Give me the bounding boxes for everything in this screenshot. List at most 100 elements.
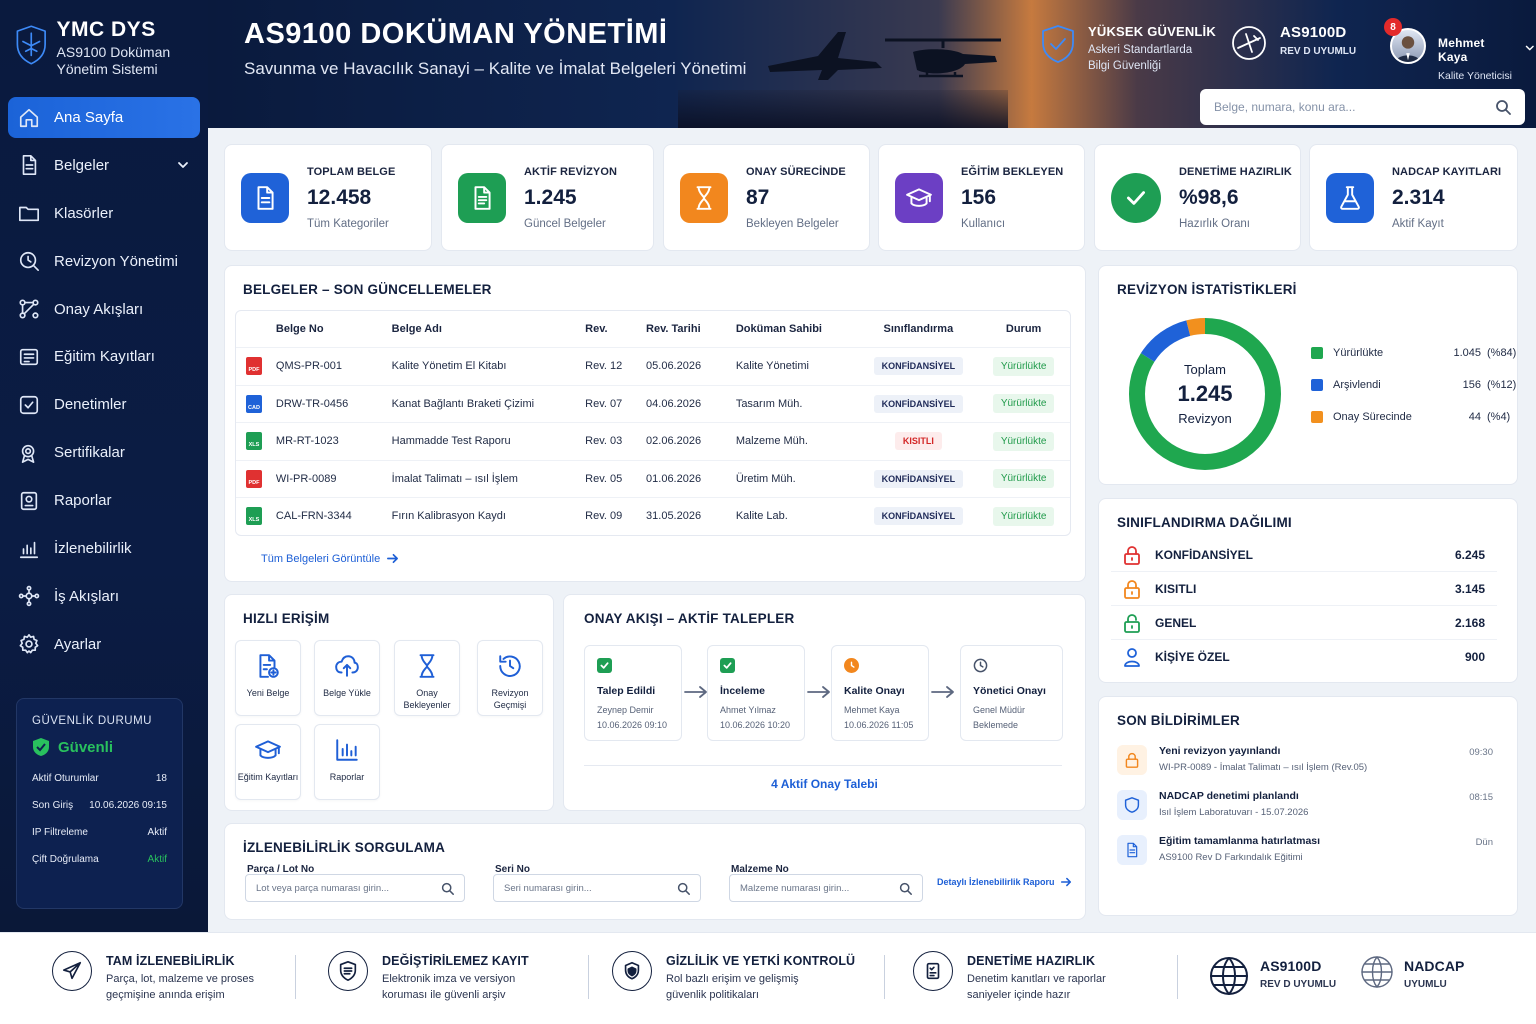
- clock-icon: [973, 658, 988, 673]
- kpi-card-nadcap-records[interactable]: NADCAP KAYITLARI 2.314 Aktif Kayıt: [1309, 144, 1518, 251]
- column-header[interactable]: Durum: [977, 323, 1070, 335]
- notification-time: Dün: [1475, 837, 1493, 848]
- column-header[interactable]: Belge Adı: [392, 323, 586, 335]
- quick-training-records-button[interactable]: Eğitim Kayıtları: [235, 724, 301, 800]
- column-header[interactable]: Doküman Sahibi: [736, 323, 860, 335]
- table-row[interactable]: PDF WI-PR-0089 İmalat Talimatı – ısıl İş…: [236, 459, 1070, 498]
- quick-reports-button[interactable]: Raporlar: [314, 724, 380, 800]
- lot-input[interactable]: [256, 882, 426, 894]
- search-icon[interactable]: [441, 882, 454, 895]
- step-title: Talep Edildi: [597, 685, 656, 697]
- table-row[interactable]: XLS CAL-FRN-3344 Fırın Kalibrasyon Kaydı…: [236, 497, 1070, 535]
- quick-revision-history-button[interactable]: Revizyon Geçmişi: [477, 640, 543, 716]
- search-box: [1200, 89, 1525, 125]
- serial-input[interactable]: [504, 882, 674, 894]
- donut-label: Toplam: [1184, 362, 1226, 377]
- quick-pending-approvals-button[interactable]: Onay Bekleyenler: [394, 640, 460, 716]
- table-row[interactable]: XLS MR-RT-1023 Hammadde Test Raporu Rev.…: [236, 422, 1070, 460]
- sidebar-item-revizyon-yonetimi[interactable]: Revizyon Yönetimi: [8, 241, 200, 282]
- cell-no: MR-RT-1023: [275, 435, 339, 448]
- step-time: Beklemede: [973, 720, 1019, 730]
- sidebar-item-onay-akislari[interactable]: Onay Akışları: [8, 289, 200, 330]
- sidebar-item-klasorler[interactable]: Klasörler: [8, 193, 200, 234]
- search-icon[interactable]: [1495, 99, 1511, 115]
- notification-item[interactable]: Eğitim tamamlanma hatırlatması AS9100 Re…: [1117, 835, 1493, 875]
- divider: [884, 955, 885, 999]
- classification-row[interactable]: GENEL 2.168: [1111, 606, 1497, 640]
- tile-label: Yeni Belge: [246, 688, 290, 698]
- search-input[interactable]: [1214, 100, 1474, 114]
- sidebar: YMC DYS AS9100 Doküman Yönetim Sistemi A…: [0, 0, 208, 932]
- notifications-panel: SON BİLDİRİMLER Yeni revizyon yayınlandı…: [1098, 696, 1518, 916]
- legend-swatch: [1311, 379, 1323, 391]
- panel-title: REVİZYON İSTATİSTİKLERİ: [1117, 282, 1297, 297]
- flow-step-requested[interactable]: Talep Edildi Zeynep Demir 10.06.2026 09:…: [584, 645, 682, 741]
- feature-privacy: GİZLİLİK VE YETKİ KONTROLÜ Rol bazlı eriş…: [612, 951, 855, 1003]
- class-label: KİŞİYE ÖZEL: [1155, 650, 1230, 664]
- sidebar-item-sertifikalar[interactable]: Sertifikalar: [8, 432, 200, 473]
- sidebar-item-ana-sayfa[interactable]: Ana Sayfa: [8, 97, 200, 138]
- arrow-right-icon: [684, 685, 708, 699]
- traceability-report-link[interactable]: Detaylı İzlenebilirlik Raporu: [937, 876, 1072, 888]
- lock-icon: [1117, 745, 1147, 775]
- shield-lock-icon: [612, 951, 652, 991]
- column-header[interactable]: Sınıflandırma: [860, 323, 978, 335]
- flask-icon: [1326, 172, 1374, 223]
- flow-step-quality-approval[interactable]: Kalite Onayı Mehmet Kaya 10.06.2026 11:0…: [831, 645, 929, 741]
- flow-step-review[interactable]: İnceleme Ahmet Yılmaz 10.06.2026 10:20: [707, 645, 805, 741]
- kpi-card-training-pending[interactable]: EĞİTİM BEKLEYEN 156 Kullanıcı: [878, 144, 1085, 251]
- cell-owner: Kalite Lab.: [735, 510, 788, 523]
- kpi-card-active-revision[interactable]: AKTİF REVİZYON 1.245 Güncel Belgeler: [441, 144, 654, 251]
- sidebar-item-izlenebilirlik[interactable]: İzlenebilirlik: [8, 528, 200, 569]
- search-icon[interactable]: [677, 882, 690, 895]
- sidebar-item-belgeler[interactable]: Belgeler: [8, 145, 200, 186]
- divider: [584, 765, 1062, 766]
- flow-step-manager-approval[interactable]: Yönetici Onayı Genel Müdür Beklemede: [960, 645, 1063, 741]
- sidebar-item-ayarlar[interactable]: Ayarlar: [8, 624, 200, 665]
- security-title: GÜVENLİK DURUMU: [32, 715, 152, 727]
- sidebar-item-denetimler[interactable]: Denetimler: [8, 384, 200, 425]
- sidebar-item-is-akislari[interactable]: İş Akışları: [8, 576, 200, 617]
- sidebar-item-egitim-kayitlari[interactable]: Eğitim Kayıtları: [8, 336, 200, 377]
- lot-search-field: [245, 874, 465, 902]
- sidebar-item-raporlar[interactable]: Raporlar: [8, 480, 200, 521]
- column-header[interactable]: Belge No: [276, 323, 392, 335]
- feature-line: Parça, lot, malzeme ve proses: [106, 973, 254, 985]
- notification-item[interactable]: NADCAP denetimi planlandı Isıl İşlem Lab…: [1117, 790, 1493, 830]
- check-icon: [720, 658, 735, 673]
- kpi-card-total-documents[interactable]: TOPLAM BELGE 12.458 Tüm Kategoriler: [224, 144, 432, 251]
- sidebar-item-label: İş Akışları: [54, 587, 120, 605]
- table-row[interactable]: CAD DRW-TR-0456 Kanat Bağlantı Braketi Ç…: [236, 384, 1070, 423]
- legend-pct: (%12): [1487, 379, 1517, 391]
- quick-access-panel: HIZLI ERİŞİM Yeni Belge Belge Yükle Onay…: [224, 594, 554, 811]
- brand[interactable]: YMC DYS AS9100 Doküman Yönetim Sistemi: [16, 16, 208, 78]
- kpi-card-pending-approval[interactable]: ONAY SÜRECİNDE 87 Bekleyen Belgeler: [663, 144, 870, 251]
- legend-value: 44: [1468, 411, 1481, 423]
- kpi-card-audit-readiness[interactable]: DENETİME HAZIRLIK %98,6 Hazırlık Oranı: [1094, 144, 1301, 251]
- user-menu[interactable]: 8 Mehmet Kaya Kalite Yöneticisi: [1384, 18, 1536, 84]
- chevron-down-icon[interactable]: [1524, 42, 1536, 54]
- quick-new-document-button[interactable]: Yeni Belge: [235, 640, 301, 716]
- kpi-label: NADCAP KAYITLARI: [1392, 165, 1502, 178]
- column-header[interactable]: Rev.: [585, 323, 646, 335]
- page-title: AS9100 DOKÜMAN YÖNETİMİ: [244, 18, 668, 50]
- notification-item[interactable]: Yeni revizyon yayınlandı WI-PR-0089 - İm…: [1117, 745, 1493, 785]
- active-requests-link[interactable]: 4 Aktif Onay Talebi: [564, 777, 1085, 791]
- table-row[interactable]: PDF QMS-PR-001 Kalite Yönetim El Kitabı …: [236, 347, 1070, 385]
- upload-cloud-icon: [335, 655, 359, 677]
- classification-row[interactable]: KONFİDANSİYEL 6.245: [1111, 538, 1497, 572]
- sidebar-item-label: Sertifikalar: [54, 444, 125, 462]
- notification-count-badge[interactable]: 8: [1384, 18, 1402, 36]
- material-input[interactable]: [740, 882, 890, 894]
- view-all-documents-link[interactable]: Tüm Belgeleri Görüntüle: [261, 552, 399, 565]
- notification-time: 08:15: [1469, 792, 1493, 803]
- classification-row[interactable]: KİŞİYE ÖZEL 900: [1111, 640, 1497, 674]
- badge-sub: UYUMLU: [1404, 979, 1447, 990]
- quick-upload-button[interactable]: Belge Yükle: [314, 640, 380, 716]
- classification-row[interactable]: KISITLI 3.145: [1111, 572, 1497, 606]
- legend-value: 156: [1462, 379, 1481, 391]
- search-icon[interactable]: [899, 882, 912, 895]
- column-header[interactable]: Rev. Tarihi: [646, 323, 736, 335]
- new-document-icon: [259, 654, 279, 678]
- chevron-down-icon[interactable]: [176, 158, 190, 172]
